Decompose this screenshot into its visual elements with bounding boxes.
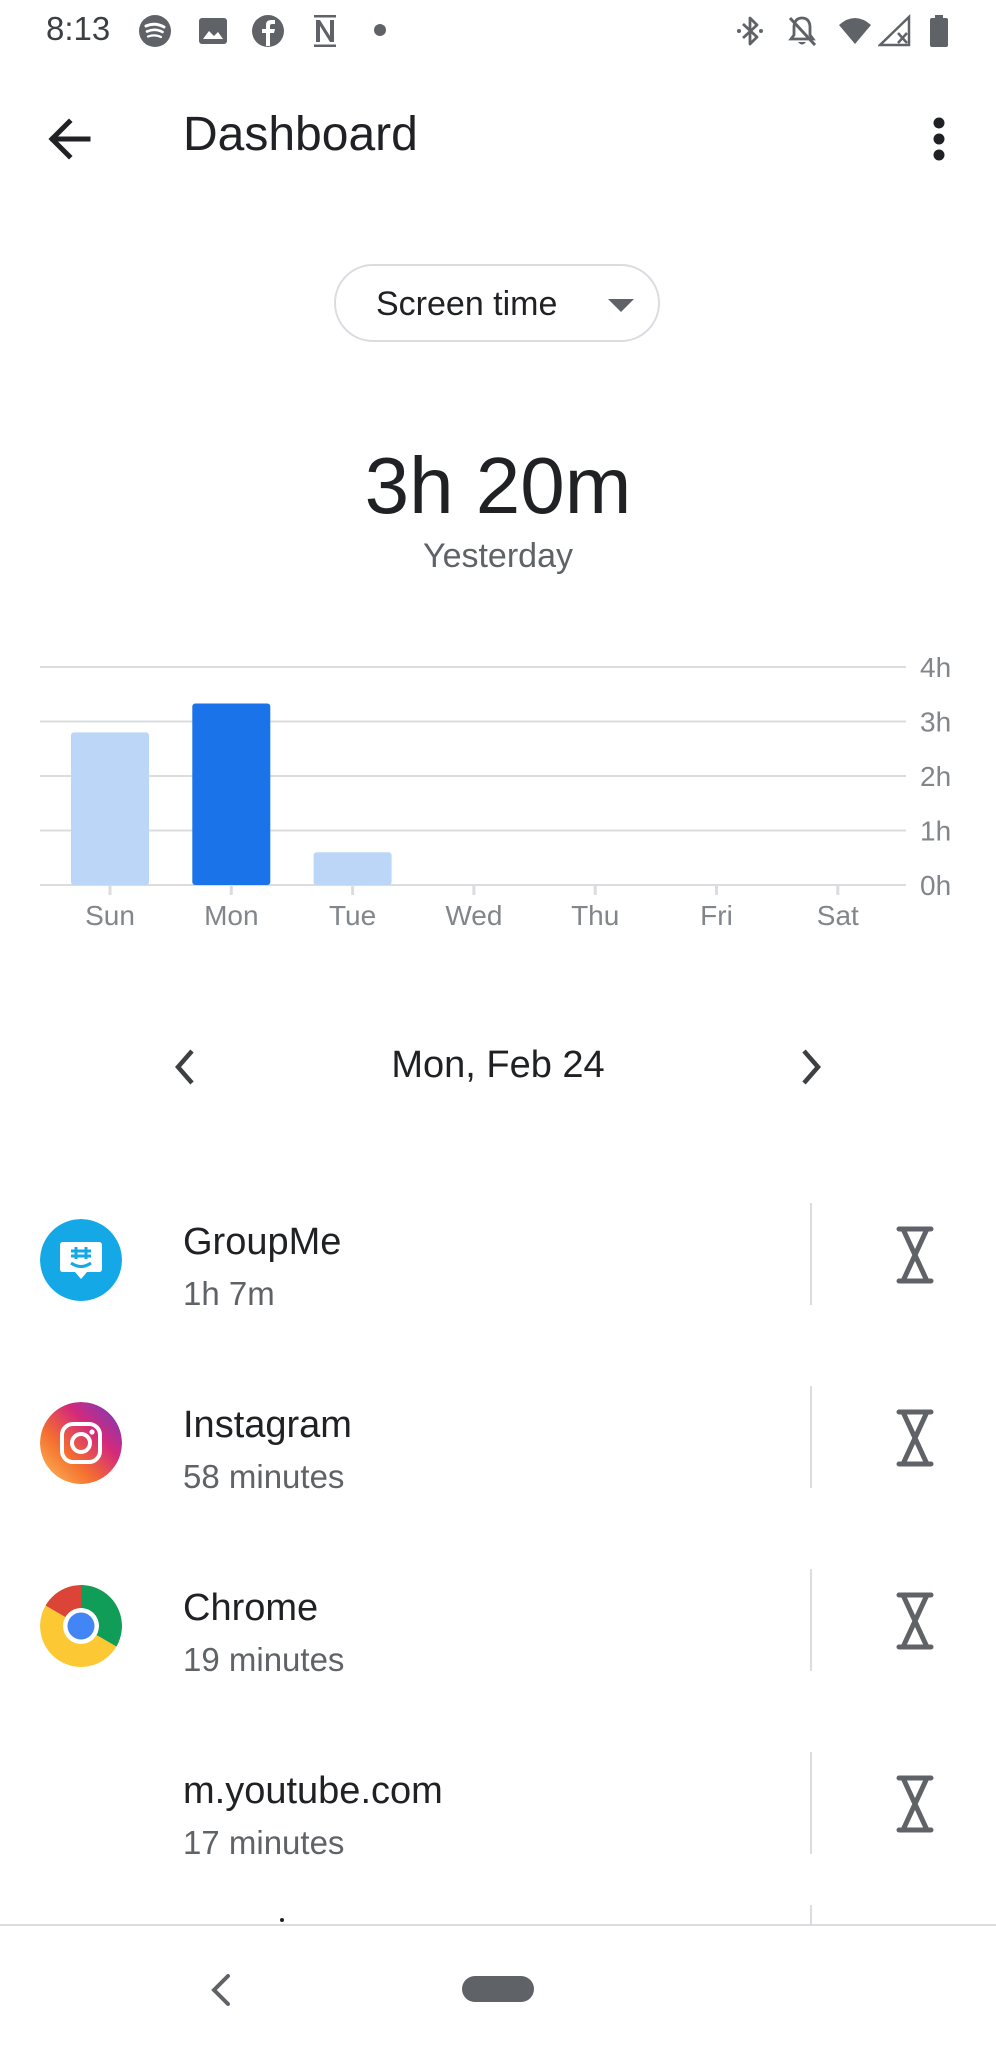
- app-usage-time: 17 minutes: [183, 1824, 345, 1861]
- dropdown-caret-icon: [608, 299, 634, 312]
- status-time: 8:13: [46, 10, 111, 47]
- app-name: m.youtube.com: [183, 1770, 443, 1812]
- app-usage-time: 1h 7m: [183, 1275, 275, 1312]
- groupme-icon: [40, 1219, 122, 1301]
- row-divider: [810, 1752, 812, 1854]
- x-tick-label: Mon: [204, 900, 258, 931]
- app-row-chrome[interactable]: Chrome 19 minutes: [0, 1549, 996, 1732]
- page-title: Dashboard: [183, 108, 418, 161]
- app-usage-time: 58 minutes: [183, 1458, 345, 1495]
- metric-dropdown-label: Screen time: [376, 285, 558, 323]
- y-tick-label: 1h: [920, 816, 951, 847]
- row-divider: [810, 1905, 812, 1924]
- y-tick-label: 3h: [920, 707, 951, 738]
- app-row-youtube-web[interactable]: m.youtube.com 17 minutes: [0, 1732, 996, 1915]
- x-tick-label: Fri: [700, 900, 733, 931]
- app-name: Instagram: [183, 1404, 352, 1446]
- hourglass-timer-icon[interactable]: [880, 1762, 950, 1846]
- home-pill-button[interactable]: [462, 1976, 534, 2002]
- signal-icon: [878, 14, 911, 47]
- x-tick-label: Sat: [817, 900, 859, 931]
- hourglass-timer-icon[interactable]: [880, 1579, 950, 1663]
- dot-icon: [374, 24, 386, 36]
- wifi-icon: [839, 18, 871, 44]
- system-navigation-bar: [0, 1924, 996, 2050]
- next-day-chevron-icon[interactable]: [786, 1037, 836, 1097]
- app-bar: Dashboard: [0, 62, 996, 202]
- row-divider: [810, 1203, 812, 1305]
- partial-row-fragment: [280, 1918, 284, 1922]
- status-bar: 8:13: [0, 0, 996, 62]
- instagram-icon: [40, 1402, 122, 1484]
- row-divider: [810, 1386, 812, 1488]
- hourglass-timer-icon[interactable]: [880, 1396, 950, 1480]
- notifications-off-icon: [788, 16, 817, 47]
- facebook-icon: [252, 15, 284, 47]
- x-tick-label: Tue: [329, 900, 376, 931]
- back-arrow-icon[interactable]: [36, 104, 106, 174]
- x-tick-label: Sun: [85, 900, 135, 931]
- y-tick-label: 0h: [920, 870, 951, 901]
- app-name: Chrome: [183, 1587, 319, 1629]
- news-icon: [314, 15, 336, 47]
- battery-icon: [930, 15, 948, 47]
- chrome-icon: [40, 1585, 122, 1667]
- system-back-icon[interactable]: [200, 1966, 242, 2014]
- app-name: GroupMe: [183, 1221, 342, 1263]
- period-label: Yesterday: [423, 537, 573, 575]
- bluetooth-icon: [737, 16, 763, 46]
- spotify-icon: [139, 15, 171, 47]
- bar-mon[interactable]: [192, 703, 271, 885]
- selected-date: Mon, Feb 24: [391, 1044, 605, 1086]
- y-tick-label: 4h: [920, 652, 951, 683]
- x-tick-label: Wed: [445, 900, 502, 931]
- metric-dropdown[interactable]: Screen time: [334, 264, 660, 342]
- image-icon: [199, 18, 227, 44]
- total-screen-time: 3h 20m: [364, 441, 632, 530]
- app-usage-time: 19 minutes: [183, 1641, 345, 1678]
- y-tick-label: 2h: [920, 761, 951, 792]
- row-divider: [810, 1569, 812, 1671]
- x-tick-label: Thu: [571, 900, 619, 931]
- more-vert-icon[interactable]: [912, 104, 966, 174]
- app-row-instagram[interactable]: Instagram 58 minutes: [0, 1366, 996, 1549]
- hourglass-timer-icon[interactable]: [880, 1213, 950, 1297]
- bar-tue[interactable]: [313, 852, 392, 885]
- bar-sun[interactable]: [71, 732, 149, 885]
- usage-bar-chart: 4h 3h 2h 1h 0h Sun Mon Tue Wed Thu Fri Sat: [40, 652, 951, 931]
- app-row-groupme[interactable]: GroupMe 1h 7m: [0, 1183, 996, 1366]
